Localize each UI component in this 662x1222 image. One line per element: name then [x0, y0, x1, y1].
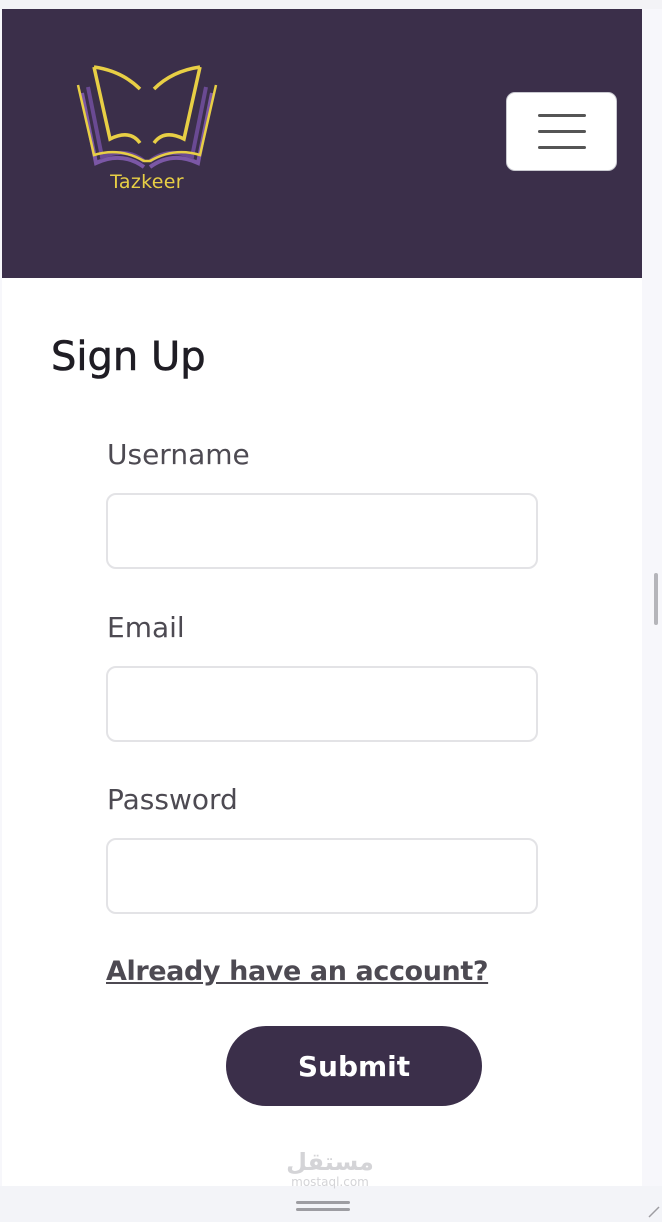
resize-grip-icon[interactable]	[648, 1206, 660, 1218]
browser-top-strip	[0, 0, 662, 9]
signup-page-frame: Tazkeer Sign Up Username Email Password …	[2, 9, 642, 1186]
submit-button[interactable]: Submit	[226, 1026, 482, 1106]
hamburger-menu-icon-line	[538, 130, 586, 133]
page: Tazkeer Sign Up Username Email Password …	[0, 0, 662, 1222]
email-label: Email	[107, 611, 185, 644]
mostaql-watermark: مستقل mostaql.com	[250, 1149, 410, 1189]
brand-logo[interactable]: Tazkeer	[74, 63, 220, 203]
drag-handle[interactable]	[296, 1200, 350, 1214]
drag-handle-line	[296, 1208, 350, 1211]
username-label: Username	[107, 438, 250, 471]
password-input[interactable]	[106, 838, 538, 914]
site-header: Tazkeer	[2, 9, 642, 278]
watermark-arabic: مستقل	[286, 1148, 374, 1176]
menu-toggle-button[interactable]	[506, 92, 617, 171]
username-input[interactable]	[106, 493, 538, 569]
brand-name: Tazkeer	[110, 171, 184, 193]
scrollbar-thumb[interactable]	[654, 573, 658, 625]
hamburger-menu-icon	[538, 114, 586, 117]
page-title: Sign Up	[51, 334, 206, 381]
login-link[interactable]: Already have an account?	[106, 953, 489, 991]
watermark-latin: mostaql.com	[291, 1175, 369, 1189]
drag-handle-line	[296, 1201, 350, 1204]
password-label: Password	[107, 783, 238, 816]
open-book-icon	[76, 65, 218, 169]
email-input[interactable]	[106, 666, 538, 742]
hamburger-menu-icon-line	[538, 146, 586, 149]
